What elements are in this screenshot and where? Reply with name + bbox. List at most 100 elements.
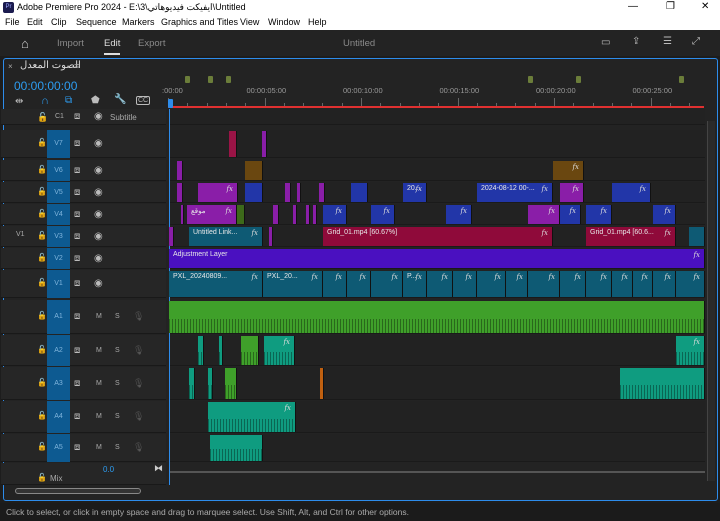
clip[interactable]: fx: [347, 271, 371, 297]
clip[interactable]: [169, 301, 705, 333]
clip[interactable]: [245, 161, 263, 180]
track-target-V5[interactable]: V5: [47, 182, 70, 203]
clip[interactable]: fx: [264, 336, 295, 365]
clip[interactable]: fx: [586, 271, 612, 297]
playhead-line[interactable]: [169, 109, 170, 485]
clip[interactable]: [245, 183, 263, 202]
mute-button[interactable]: M: [96, 380, 102, 387]
mute-button[interactable]: M: [96, 313, 102, 320]
marker-icon[interactable]: [226, 76, 231, 83]
clip[interactable]: fx: [371, 205, 395, 224]
fullscreen-icon[interactable]: ⤢: [692, 36, 700, 47]
clip[interactable]: [313, 205, 317, 224]
clip[interactable]: fx: [612, 183, 651, 202]
clip[interactable]: [169, 227, 174, 246]
clip[interactable]: Adjustment Layer fx: [169, 249, 705, 268]
clip[interactable]: [177, 183, 183, 202]
clip[interactable]: [225, 368, 237, 399]
marker-icon[interactable]: [679, 76, 684, 83]
clip[interactable]: fx: [453, 271, 477, 297]
share-icon[interactable]: ⇪: [632, 36, 640, 47]
clip[interactable]: [269, 227, 273, 246]
captions-icon[interactable]: CC: [136, 96, 151, 105]
subtitle-lane[interactable]: [169, 109, 705, 125]
clip[interactable]: fx: [560, 271, 586, 297]
clip[interactable]: [293, 205, 297, 224]
sync-lock-icon[interactable]: ⧈: [74, 345, 80, 356]
clip[interactable]: [219, 336, 223, 365]
marker-icon[interactable]: [208, 76, 213, 83]
mix-volume[interactable]: 0.0: [103, 465, 114, 474]
sync-lock-icon[interactable]: ⧈: [74, 209, 80, 220]
lock-icon[interactable]: 🔓: [37, 112, 48, 123]
tab-export[interactable]: Export: [138, 38, 165, 49]
time-ruler[interactable]: :00:00 00:00:05:00 00:00:10:00 00:00:15:00 0…: [162, 73, 704, 109]
track-target-A2[interactable]: A2: [47, 335, 70, 366]
vertical-scrollbar[interactable]: [707, 121, 715, 481]
maximize-button[interactable]: ❐: [666, 1, 675, 12]
track-target-V6[interactable]: V6: [47, 160, 70, 181]
clip[interactable]: موقع fx: [187, 205, 237, 224]
menu-sequence[interactable]: Sequence: [76, 17, 117, 27]
clip[interactable]: fx: [676, 271, 705, 297]
lock-icon[interactable]: 🔓: [37, 442, 47, 451]
solo-button[interactable]: S: [115, 444, 120, 451]
clip[interactable]: [689, 227, 705, 246]
sync-lock-icon[interactable]: ⧈: [74, 442, 80, 453]
clip[interactable]: [241, 336, 259, 365]
clip[interactable]: [237, 205, 245, 224]
sync-lock-icon[interactable]: ⧈: [74, 138, 80, 149]
menu-window[interactable]: Window: [268, 17, 300, 27]
lock-icon[interactable]: 🔓: [37, 138, 47, 147]
eye-icon[interactable]: ◉: [94, 138, 103, 149]
lock-icon[interactable]: 🔓: [37, 473, 47, 482]
clip[interactable]: [210, 435, 263, 461]
clip[interactable]: fx: [198, 183, 238, 202]
close-button[interactable]: ✕: [701, 1, 709, 12]
clip[interactable]: [351, 183, 368, 202]
work-area-bar[interactable]: [168, 106, 704, 108]
sync-lock-icon[interactable]: ⧈: [74, 187, 80, 198]
clip[interactable]: fx: [653, 271, 676, 297]
lock-icon[interactable]: 🔓: [37, 411, 47, 420]
track-target-V3[interactable]: V3: [47, 226, 70, 247]
playhead-handle[interactable]: [168, 99, 173, 108]
clip[interactable]: PXL_20240809... fx: [169, 271, 263, 297]
lane-V7[interactable]: [169, 130, 705, 158]
microphone-icon[interactable]: 🎙: [133, 411, 144, 422]
source-patch-v1[interactable]: V1: [16, 231, 25, 238]
clip[interactable]: [198, 336, 204, 365]
wrench-icon[interactable]: 🔧: [114, 94, 126, 105]
clip[interactable]: [285, 183, 291, 202]
lock-icon[interactable]: 🔓: [37, 209, 47, 218]
clip[interactable]: fx: [553, 161, 584, 180]
marker-icon[interactable]: ⬟: [91, 95, 100, 106]
clip[interactable]: fx: [612, 271, 633, 297]
workspace-settings-icon[interactable]: ☰: [663, 36, 672, 47]
eye-icon[interactable]: ◉: [94, 278, 103, 289]
eye-icon[interactable]: ◉: [94, 187, 103, 198]
microphone-icon[interactable]: 🎙: [133, 311, 144, 322]
menu-clip[interactable]: Clip: [51, 17, 67, 27]
lock-icon[interactable]: 🔓: [37, 231, 47, 240]
clip[interactable]: fx: [506, 271, 528, 297]
snap-icon[interactable]: ∩: [41, 95, 49, 107]
panel-menu-icon[interactable]: ≡: [74, 61, 79, 71]
solo-button[interactable]: S: [115, 380, 120, 387]
sync-lock-icon[interactable]: ⧈: [74, 311, 80, 322]
mute-button[interactable]: M: [96, 444, 102, 451]
clip[interactable]: fx: [560, 183, 584, 202]
track-target-A4[interactable]: A4: [47, 401, 70, 433]
mute-button[interactable]: M: [96, 413, 102, 420]
clip[interactable]: [319, 183, 325, 202]
clip[interactable]: fx: [323, 271, 347, 297]
lock-icon[interactable]: 🔓: [37, 278, 47, 287]
clip[interactable]: 2024-08-12 00-... fx: [477, 183, 553, 202]
lock-icon[interactable]: 🔓: [37, 345, 47, 354]
menu-graphics[interactable]: Graphics and Titles: [161, 17, 238, 27]
marker-icon[interactable]: [576, 76, 581, 83]
eye-icon[interactable]: ◉: [94, 253, 103, 264]
tab-import[interactable]: Import: [57, 38, 84, 49]
clip[interactable]: PXL_20... fx: [263, 271, 323, 297]
marker-icon[interactable]: [528, 76, 533, 83]
